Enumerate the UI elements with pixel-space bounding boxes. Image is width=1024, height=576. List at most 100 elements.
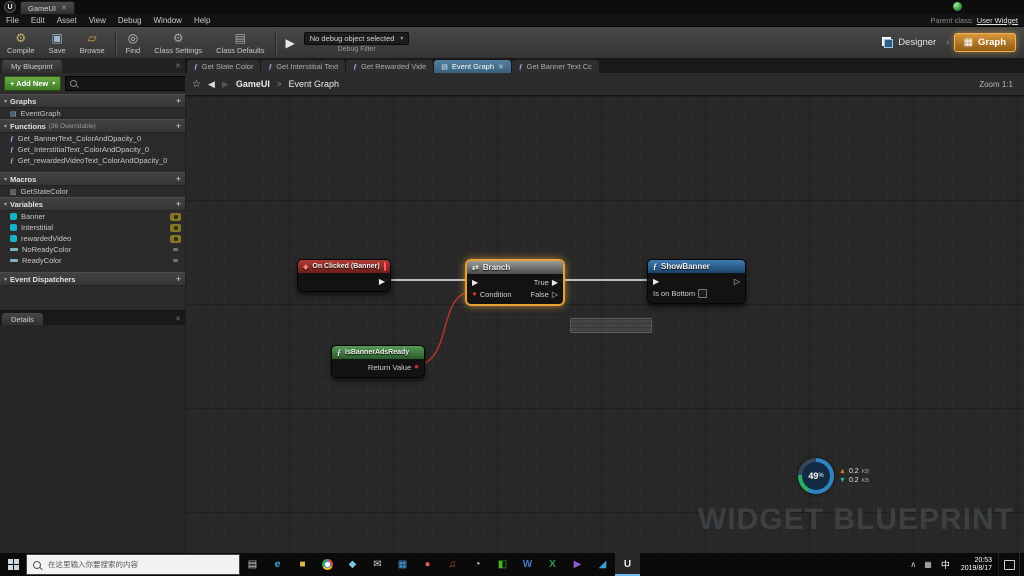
visibility-eye-icon[interactable] [170, 257, 181, 265]
close-icon[interactable]: ✕ [498, 63, 504, 71]
taskbar-app-word[interactable]: W [515, 553, 540, 576]
taskbar-app-unreal[interactable]: U [615, 553, 640, 576]
tray-expand-chevron-icon[interactable]: ∧ [906, 560, 920, 569]
debug-object-dropdown[interactable]: No debug object selected ▾ [304, 32, 410, 45]
exec-true-pin[interactable]: ▶ [552, 278, 558, 287]
visibility-eye-icon[interactable] [170, 246, 181, 254]
add-graph-icon[interactable]: + [176, 96, 181, 106]
variable-item-interstitial[interactable]: Interstitial [0, 222, 185, 233]
event-graph-canvas[interactable]: WIDGET BLUEPRINT ◈ On Clicked (Banner) ▶ [185, 96, 1024, 553]
graph-item-eventgraph[interactable]: ▤ EventGraph [0, 108, 185, 119]
exec-out-pin[interactable]: ▷ [734, 277, 740, 286]
ime-indicator[interactable]: 中 [936, 558, 955, 571]
taskbar-app-8[interactable]: ● [415, 553, 440, 576]
blueprint-search-box[interactable]: ◉▾ [65, 76, 187, 91]
menu-window[interactable]: Window [147, 16, 187, 25]
taskbar-search-box[interactable] [26, 554, 240, 575]
delegate-pin[interactable] [384, 262, 386, 271]
taskbar-app-edge[interactable]: e [265, 553, 290, 576]
parent-class-link[interactable]: User Widget [977, 16, 1018, 25]
menu-asset[interactable]: Asset [51, 16, 83, 25]
find-button[interactable]: ◎ Find [119, 27, 148, 58]
variable-item-rewardedvideo[interactable]: rewardedVideo [0, 233, 185, 244]
section-event-dispatchers[interactable]: ▾ Event Dispatchers + [0, 272, 185, 286]
add-variable-icon[interactable]: + [176, 199, 181, 209]
taskbar-clock[interactable]: 20:53 2019/8/17 [955, 557, 998, 573]
start-button[interactable] [0, 553, 26, 576]
return-value-pin[interactable]: ● [414, 363, 419, 371]
node-show-banner[interactable]: ƒ ShowBanner ▶ ▷ Is on Bottom [647, 259, 746, 304]
breadcrumb-root[interactable]: GameUI [236, 79, 270, 89]
taskbar-app-store[interactable]: ▦ [390, 553, 415, 576]
function-item[interactable]: ƒ Get_rewardedVideoText_ColorAndOpacity_… [0, 155, 185, 166]
tab-get-banner-text[interactable]: ƒ Get Banner Text Cc [512, 60, 599, 73]
node-is-banner-ads-ready[interactable]: ƒ IsBannerAdsReady Return Value ● [331, 345, 425, 378]
taskbar-app-5[interactable]: ◆ [340, 553, 365, 576]
tab-event-graph[interactable]: ▤ Event Graph ✕ [434, 60, 511, 73]
section-graphs[interactable]: ▾ Graphs + [0, 94, 185, 108]
condition-pin[interactable]: ● [472, 290, 477, 298]
section-macros[interactable]: ▾ Macros + [0, 172, 185, 186]
menu-file[interactable]: File [0, 16, 25, 25]
save-button[interactable]: ▣ Save [42, 27, 73, 58]
variable-item-noreadycolor[interactable]: NoReadyColor [0, 244, 185, 255]
exec-out-pin[interactable]: ▶ [379, 277, 385, 286]
taskbar-app-14[interactable]: ▶ [565, 553, 590, 576]
tab-get-interstitial-text[interactable]: ƒ Get Interstitial Text [261, 60, 345, 73]
tab-get-rewarded-video[interactable]: ƒ Get Rewarded Vide [346, 60, 433, 73]
taskbar-search-input[interactable] [46, 559, 233, 570]
window-doc-tab[interactable]: GameUI ✕ [20, 1, 75, 14]
section-variables[interactable]: ▾ Variables + [0, 197, 185, 211]
close-icon[interactable]: ✕ [61, 4, 67, 12]
section-functions[interactable]: ▾ Functions (36 Overridable) + [0, 119, 185, 133]
taskbar-app-chrome[interactable] [315, 553, 340, 576]
compile-button[interactable]: ⚙ Compile [0, 27, 42, 58]
taskbar-app-music[interactable]: ♫ [440, 553, 465, 576]
visibility-eye-icon[interactable] [170, 213, 181, 221]
blueprint-search-input[interactable] [81, 78, 182, 89]
exec-in-pin[interactable]: ▶ [653, 277, 659, 286]
add-macro-icon[interactable]: + [176, 174, 181, 184]
add-function-icon[interactable]: + [176, 121, 181, 131]
function-item[interactable]: ƒ Get_BannerText_ColorAndOpacity_0 [0, 133, 185, 144]
taskbar-app-10[interactable]: ◔ [465, 553, 490, 576]
function-item[interactable]: ƒ Get_InterstitialText_ColorAndOpacity_0 [0, 144, 185, 155]
exec-false-pin[interactable]: ▷ [552, 290, 558, 299]
exec-in-pin[interactable]: ▶ [472, 278, 478, 287]
is-on-bottom-checkbox[interactable] [698, 289, 707, 298]
class-settings-button[interactable]: ⚙ Class Settings [147, 27, 209, 58]
class-defaults-button[interactable]: ▤ Class Defaults [209, 27, 271, 58]
tab-get-state-color[interactable]: ƒ Get State Color [187, 60, 260, 73]
node-header[interactable]: ◈ On Clicked (Banner) [298, 260, 390, 273]
show-desktop-button[interactable] [1019, 553, 1024, 576]
visibility-eye-icon[interactable] [170, 235, 181, 243]
menu-debug[interactable]: Debug [112, 16, 148, 25]
add-new-button[interactable]: + Add New ▾ [4, 76, 61, 91]
node-branch[interactable]: ⇄ Branch ▶ True ▶ [466, 260, 564, 305]
taskbar-app-mail[interactable]: ✉ [365, 553, 390, 576]
traffic-monitor[interactable]: 49% ▲ 0.2 KB ▼ 0.2 KB [798, 458, 869, 494]
my-blueprint-panel-tab[interactable]: My Blueprint [2, 60, 62, 73]
node-header[interactable]: ⇄ Branch [467, 261, 563, 274]
favorite-star-icon[interactable]: ☆ [192, 79, 201, 90]
variable-item-banner[interactable]: Banner [0, 211, 185, 222]
node-on-clicked-banner[interactable]: ◈ On Clicked (Banner) ▶ [297, 259, 391, 292]
menu-help[interactable]: Help [188, 16, 216, 25]
taskbar-app-task-view[interactable]: ▤ [240, 553, 265, 576]
graph-mode-button[interactable]: ▦ Graph [954, 33, 1016, 52]
node-header[interactable]: ƒ IsBannerAdsReady [332, 346, 424, 359]
breadcrumb-current[interactable]: Event Graph [289, 79, 340, 89]
macro-item[interactable]: ▥ GetStateColor [0, 186, 185, 197]
node-header[interactable]: ƒ ShowBanner [648, 260, 745, 273]
action-center-button[interactable] [998, 553, 1019, 576]
forward-arrow-icon[interactable]: ▶ [222, 79, 229, 90]
taskbar-app-vscode[interactable]: ◢ [590, 553, 615, 576]
close-icon[interactable]: ✕ [175, 62, 185, 73]
designer-mode-button[interactable]: Designer [876, 34, 942, 51]
variable-item-readycolor[interactable]: ReadyColor [0, 255, 185, 266]
taskbar-app-excel[interactable]: X [540, 553, 565, 576]
back-arrow-icon[interactable]: ◀ [208, 79, 215, 90]
add-dispatcher-icon[interactable]: + [176, 274, 181, 284]
browse-button[interactable]: ▱ Browse [73, 27, 112, 58]
menu-edit[interactable]: Edit [25, 16, 51, 25]
